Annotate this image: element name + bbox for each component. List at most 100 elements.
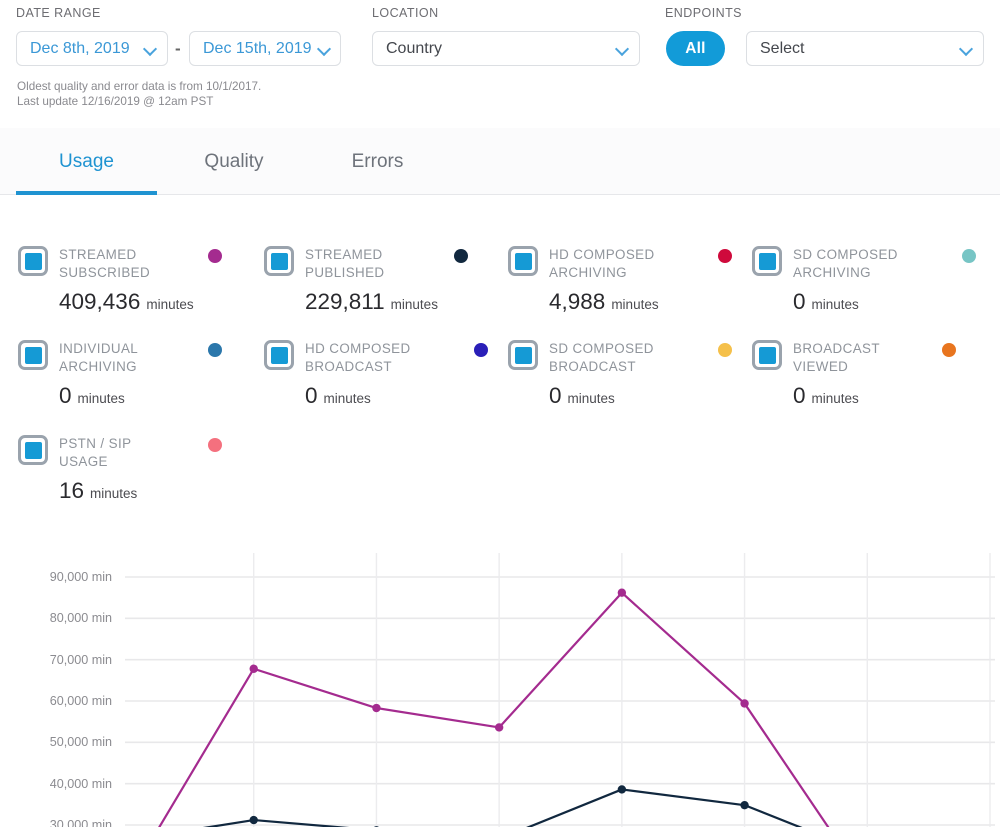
metric-card-header: SD COMPOSED BROADCAST	[508, 339, 754, 375]
metric-card-value-row: 0 minutes	[793, 383, 998, 409]
tab-usage-label: Usage	[59, 150, 114, 172]
series-color-dot	[962, 249, 976, 263]
metric-card-pstn-sip-usage[interactable]: PSTN / SIP USAGE 16 minutes	[18, 434, 264, 528]
chevron-down-icon	[318, 42, 331, 55]
series-color-dot	[718, 249, 732, 263]
metric-card-broadcast-viewed[interactable]: BROADCAST VIEWED 0 minutes	[752, 339, 998, 433]
series-color-dot	[718, 343, 732, 357]
metric-card-individual-archiving[interactable]: INDIVIDUAL ARCHIVING 0 minutes	[18, 339, 264, 433]
location-select[interactable]: Country	[372, 31, 640, 66]
usage-line-chart: 90,000 min 80,000 min 70,000 min 60,000 min…	[0, 525, 1000, 827]
metric-card-unit: minutes	[77, 391, 125, 406]
location-value: Country	[386, 39, 443, 57]
checkbox-checked-icon[interactable]	[18, 246, 48, 276]
checkbox-checked-icon[interactable]	[752, 246, 782, 276]
metric-card-header: INDIVIDUAL ARCHIVING	[18, 339, 264, 375]
metric-card-title: SD COMPOSED ARCHIVING	[793, 247, 898, 280]
metric-card-value: 0	[305, 383, 318, 408]
metric-card-header: PSTN / SIP USAGE	[18, 434, 264, 470]
metric-card-title: STREAMED PUBLISHED	[305, 247, 385, 280]
tab-errors-label: Errors	[351, 150, 404, 172]
metric-card-header: SD COMPOSED ARCHIVING	[752, 245, 998, 281]
endpoints-all-button[interactable]: All	[666, 31, 725, 66]
metric-card-sd-composed-broadcast[interactable]: SD COMPOSED BROADCAST 0 minutes	[508, 339, 754, 433]
metric-card-title: HD COMPOSED BROADCAST	[305, 341, 411, 374]
metric-card-value-row: 409,436 minutes	[59, 289, 264, 315]
tab-quality-label: Quality	[204, 150, 264, 172]
metric-card-unit: minutes	[811, 391, 859, 406]
chart-plot-area	[125, 553, 995, 827]
metric-card-value-row: 4,988 minutes	[549, 289, 754, 315]
series-point	[617, 785, 627, 794]
metric-card-value: 0	[793, 383, 806, 408]
tab-bar: Usage Quality Errors	[0, 128, 1000, 195]
series-point	[740, 699, 749, 708]
metric-card-header: STREAMED PUBLISHED	[264, 245, 510, 281]
checkbox-checked-icon[interactable]	[18, 340, 48, 370]
metric-card-value-row: 0 minutes	[59, 383, 264, 409]
filter-bar: DATE RANGE Dec 8th, 2019 - Dec 15th, 201…	[0, 0, 1000, 128]
metric-card-value: 0	[549, 383, 562, 408]
metric-card-value-row: 0 minutes	[793, 289, 998, 315]
metric-card-hd-composed-archiving[interactable]: HD COMPOSED ARCHIVING 4,988 minutes	[508, 245, 754, 339]
metric-card-unit: minutes	[390, 297, 438, 312]
series-color-dot	[942, 343, 956, 357]
series-color-dot	[454, 249, 468, 263]
metric-card-hd-composed-broadcast[interactable]: HD COMPOSED BROADCAST 0 minutes	[264, 339, 510, 433]
metric-card-value-row: 16 minutes	[59, 478, 264, 504]
checkbox-checked-icon[interactable]	[508, 340, 538, 370]
endpoints-select[interactable]: Select	[746, 31, 984, 66]
series-point	[494, 723, 504, 732]
checkbox-checked-icon[interactable]	[18, 435, 48, 465]
metric-card-grid: STREAMED SUBSCRIBED 409,436 minutes STRE…	[0, 195, 1000, 525]
metric-card-value: 229,811	[305, 289, 385, 314]
series-point	[617, 588, 627, 597]
series-color-dot	[208, 438, 222, 452]
metric-card-value-row: 0 minutes	[305, 383, 510, 409]
metric-card-unit: minutes	[811, 297, 859, 312]
metric-card-sd-composed-archiving[interactable]: SD COMPOSED ARCHIVING 0 minutes	[752, 245, 998, 339]
chevron-down-icon	[616, 42, 629, 55]
date-range-separator: -	[175, 39, 181, 58]
metric-card-value: 4,988	[549, 289, 606, 314]
date-range-end-select[interactable]: Dec 15th, 2019	[189, 31, 341, 66]
series-point	[372, 703, 381, 713]
metric-card-unit: minutes	[323, 391, 371, 406]
series-point	[740, 800, 749, 810]
metric-card-title: SD COMPOSED BROADCAST	[549, 341, 654, 374]
tab-usage[interactable]: Usage	[16, 128, 157, 195]
location-group: LOCATION	[372, 6, 439, 20]
endpoints-label: ENDPOINTS	[665, 6, 742, 20]
metric-card-streamed-subscribed[interactable]: STREAMED SUBSCRIBED 409,436 minutes	[18, 245, 264, 339]
checkbox-checked-icon[interactable]	[264, 246, 294, 276]
date-range-start-select[interactable]: Dec 8th, 2019	[16, 31, 168, 66]
checkbox-checked-icon[interactable]	[508, 246, 538, 276]
checkbox-checked-icon[interactable]	[752, 340, 782, 370]
tab-errors[interactable]: Errors	[313, 128, 442, 195]
series-color-dot	[208, 343, 222, 357]
metric-card-title: HD COMPOSED ARCHIVING	[549, 247, 655, 280]
chevron-down-icon	[144, 42, 157, 55]
metric-card-value: 409,436	[59, 289, 141, 314]
date-range-group: DATE RANGE	[16, 6, 101, 20]
tab-quality[interactable]: Quality	[166, 128, 302, 195]
date-range-start-value: Dec 8th, 2019	[30, 39, 130, 57]
metric-card-title: PSTN / SIP USAGE	[59, 436, 132, 469]
metric-card-streamed-published[interactable]: STREAMED PUBLISHED 229,811 minutes	[264, 245, 510, 339]
metric-card-value: 0	[793, 289, 806, 314]
series-color-dot	[474, 343, 488, 357]
metric-card-header: STREAMED SUBSCRIBED	[18, 245, 264, 281]
metric-card-value: 0	[59, 383, 72, 408]
endpoints-select-value: Select	[760, 39, 805, 57]
checkbox-checked-icon[interactable]	[264, 340, 294, 370]
series-line	[158, 591, 830, 827]
metric-card-unit: minutes	[567, 391, 615, 406]
date-range-end-value: Dec 15th, 2019	[203, 39, 312, 57]
metric-card-title: STREAMED SUBSCRIBED	[59, 247, 151, 280]
data-freshness-note: Oldest quality and error data is from 10…	[17, 80, 262, 108]
metric-card-value-row: 229,811 minutes	[305, 289, 510, 315]
series-point	[249, 664, 258, 673]
location-label: LOCATION	[372, 6, 439, 20]
metric-card-unit: minutes	[146, 297, 194, 312]
metric-card-unit: minutes	[611, 297, 659, 312]
